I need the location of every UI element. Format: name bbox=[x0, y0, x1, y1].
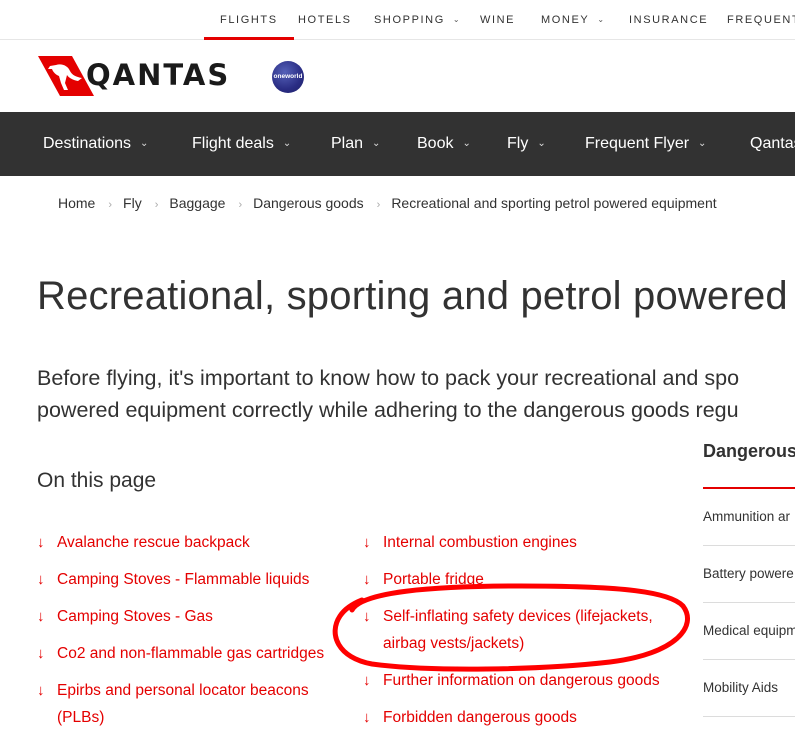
sidebar-item-medical[interactable]: Medical equipm bbox=[703, 623, 795, 638]
brand-bar: QANTAS oneworld bbox=[0, 40, 795, 112]
chevron-down-icon: ⌄ bbox=[537, 138, 546, 149]
link-label: Camping Stoves - Gas bbox=[57, 608, 213, 625]
nav-item-plan[interactable]: Plan ⌄ bbox=[331, 112, 380, 176]
sidebar-item-battery[interactable]: Battery powere bbox=[703, 566, 795, 581]
link-label: airbag vests/jackets) bbox=[383, 635, 525, 652]
nav-item-qantas[interactable]: Qantas bbox=[750, 112, 795, 176]
nav-item-destinations[interactable]: Destinations ⌄ bbox=[43, 112, 148, 176]
page-title: Recreational, sporting and petrol powere… bbox=[37, 274, 788, 318]
nav-item-label: Flight deals bbox=[192, 135, 274, 152]
sidebar-divider bbox=[703, 545, 795, 546]
nav-item-book[interactable]: Book ⌄ bbox=[417, 112, 471, 176]
breadcrumb-current: Recreational and sporting petrol powered… bbox=[391, 195, 717, 211]
breadcrumb-home[interactable]: Home bbox=[58, 195, 95, 211]
breadcrumb-fly[interactable]: Fly bbox=[123, 195, 142, 211]
utility-item-frequent-flyer[interactable]: FREQUENT F bbox=[727, 0, 795, 40]
utility-item-label: INSURANCE bbox=[629, 14, 709, 26]
sidebar-divider bbox=[703, 716, 795, 717]
arrow-down-icon: ↓ bbox=[37, 682, 45, 699]
link-label: Forbidden dangerous goods bbox=[383, 709, 577, 726]
anchor-link-camping-stoves-gas[interactable]: ↓ Camping Stoves - Gas bbox=[37, 603, 213, 630]
arrow-down-icon: ↓ bbox=[363, 571, 371, 588]
sidebar-item-mobility-aids[interactable]: Mobility Aids bbox=[703, 680, 795, 695]
chevron-right-icon: › bbox=[376, 199, 381, 211]
nav-item-label: Destinations bbox=[43, 135, 132, 152]
chevron-down-icon: ⌄ bbox=[698, 138, 707, 149]
breadcrumb-dangerous-goods[interactable]: Dangerous goods bbox=[253, 195, 364, 211]
link-label: Co2 and non-flammable gas cartridges bbox=[57, 645, 325, 662]
arrow-down-icon: ↓ bbox=[37, 645, 45, 662]
anchor-link-epirbs[interactable]: ↓ Epirbs and personal locator beacons (PLB… bbox=[37, 677, 309, 729]
sidebar-item-ammunition[interactable]: Ammunition ar bbox=[703, 509, 795, 524]
breadcrumb-baggage[interactable]: Baggage bbox=[169, 195, 225, 211]
anchor-link-forbidden-goods[interactable]: ↓ Forbidden dangerous goods bbox=[363, 704, 577, 729]
nav-item-label: Frequent Flyer bbox=[585, 135, 690, 152]
chevron-down-icon: ⌄ bbox=[597, 15, 605, 24]
arrow-down-icon: ↓ bbox=[363, 672, 371, 689]
link-label: Epirbs and personal locator beacons bbox=[57, 682, 309, 699]
utility-item-label: FLIGHTS bbox=[220, 14, 278, 26]
intro-line: powered equipment correctly while adheri… bbox=[37, 398, 739, 422]
nav-item-fly[interactable]: Fly ⌄ bbox=[507, 112, 546, 176]
chevron-down-icon: ⌄ bbox=[282, 138, 292, 149]
link-label: Internal combustion engines bbox=[383, 534, 577, 551]
arrow-down-icon: ↓ bbox=[363, 709, 371, 726]
link-label: Further information on dangerous goods bbox=[383, 672, 660, 689]
chevron-down-icon: ⌄ bbox=[372, 138, 381, 149]
chevron-right-icon: › bbox=[108, 199, 113, 211]
utility-item-label: FREQUENT F bbox=[727, 14, 795, 26]
intro-line: Before flying, it's important to know ho… bbox=[37, 366, 740, 390]
link-label: Camping Stoves - Flammable liquids bbox=[57, 571, 310, 588]
anchor-link-combustion-engines[interactable]: ↓ Internal combustion engines bbox=[363, 529, 577, 556]
anchor-link-camping-stoves-liquids[interactable]: ↓ Camping Stoves - Flammable liquids bbox=[37, 566, 309, 593]
arrow-down-icon: ↓ bbox=[363, 534, 371, 551]
utility-item-flights[interactable]: FLIGHTS bbox=[204, 0, 294, 40]
page-intro: Before flying, it's important to know ho… bbox=[37, 362, 795, 426]
chevron-down-icon: ⌄ bbox=[462, 138, 471, 149]
utility-item-label: MONEY bbox=[541, 14, 590, 26]
sidebar-heading: Dangerous bbox=[703, 441, 795, 461]
nav-item-label: Fly bbox=[507, 135, 529, 152]
anchor-link-co2-cartridges[interactable]: ↓ Co2 and non-flammable gas cartridges bbox=[37, 640, 324, 667]
sidebar-divider bbox=[703, 659, 795, 660]
utility-item-money[interactable]: MONEY ⌄ bbox=[541, 0, 604, 40]
nav-item-label: Book bbox=[417, 135, 454, 152]
brand-wordmark[interactable]: QANTAS bbox=[86, 58, 230, 92]
nav-item-frequent-flyer[interactable]: Frequent Flyer ⌄ bbox=[585, 112, 706, 176]
chevron-down-icon: ⌄ bbox=[452, 15, 460, 24]
link-label: Avalanche rescue backpack bbox=[57, 534, 250, 551]
anchor-link-further-information[interactable]: ↓ Further information on dangerous goods bbox=[363, 667, 660, 694]
chevron-right-icon: › bbox=[154, 199, 159, 211]
utility-item-shopping[interactable]: SHOPPING ⌄ bbox=[374, 0, 460, 40]
sidebar-heading-underline bbox=[703, 487, 795, 489]
sidebar-divider bbox=[703, 602, 795, 603]
main-nav: Destinations ⌄ Flight deals ⌄ Plan ⌄ Book ⌄ … bbox=[0, 112, 795, 176]
utility-item-label: HOTELS bbox=[298, 14, 352, 26]
arrow-down-icon: ↓ bbox=[37, 571, 45, 588]
utility-item-insurance[interactable]: INSURANCE bbox=[629, 0, 708, 40]
oneworld-badge-icon[interactable]: oneworld bbox=[272, 61, 304, 93]
nav-item-label: Qantas bbox=[750, 135, 795, 152]
link-label: Self-inflating safety devices (lifejacke… bbox=[383, 608, 653, 625]
utility-item-wine[interactable]: WINE bbox=[480, 0, 515, 40]
anchor-link-self-inflating-devices[interactable]: ↓ Self-inflating safety devices (lifejack… bbox=[363, 603, 653, 657]
chevron-down-icon: ⌄ bbox=[140, 138, 149, 149]
link-label: Portable fridge bbox=[383, 571, 484, 588]
arrow-down-icon: ↓ bbox=[37, 534, 45, 551]
nav-item-label: Plan bbox=[331, 135, 364, 152]
on-this-page-heading: On this page bbox=[37, 469, 157, 492]
anchor-link-portable-fridge[interactable]: ↓ Portable fridge bbox=[363, 566, 484, 593]
utility-item-hotels[interactable]: HOTELS bbox=[298, 0, 352, 40]
utility-nav: FLIGHTS HOTELS SHOPPING ⌄ WINE MONEY ⌄ INS… bbox=[0, 0, 795, 40]
nav-item-flight-deals[interactable]: Flight deals ⌄ bbox=[192, 112, 291, 176]
utility-item-label: SHOPPING bbox=[374, 14, 445, 26]
anchor-link-avalanche-backpack[interactable]: ↓ Avalanche rescue backpack bbox=[37, 529, 250, 556]
utility-item-label: WINE bbox=[480, 14, 516, 26]
link-label: (PLBs) bbox=[57, 709, 105, 726]
arrow-down-icon: ↓ bbox=[37, 608, 45, 625]
breadcrumb: Home › Fly › Baggage › Dangerous goods › Recreat… bbox=[58, 195, 717, 211]
arrow-down-icon: ↓ bbox=[363, 608, 371, 625]
chevron-right-icon: › bbox=[238, 199, 243, 211]
